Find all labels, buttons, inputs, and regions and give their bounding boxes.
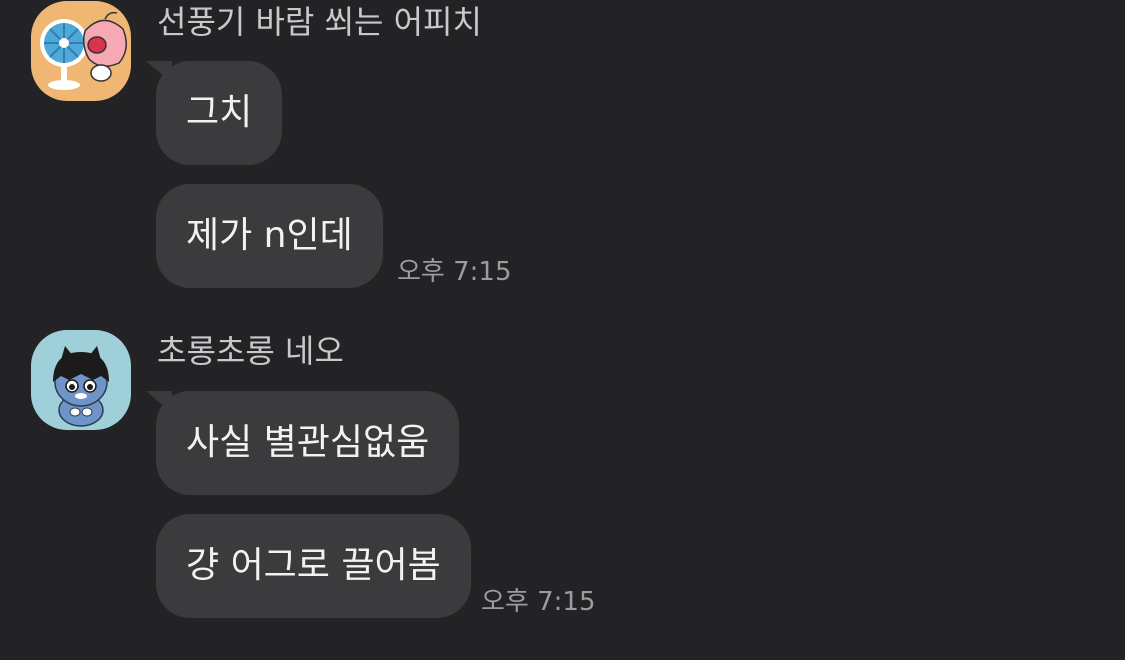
chat-room: 선풍기 바람 쐬는 어피치 그치 제가 n인데 오후 7:15 초롱초롱 네오 … — [0, 0, 1125, 660]
message-timestamp: 오후 7:15 — [397, 257, 512, 287]
message-text: 제가 n인데 — [186, 215, 353, 256]
apeach-fan-icon[interactable] — [31, 1, 131, 101]
neo-character-icon[interactable] — [31, 330, 131, 430]
sender-name: 초롱초롱 네오 — [157, 332, 344, 370]
message-bubble[interactable]: 제가 n인데 — [156, 184, 383, 288]
message-bubble[interactable]: 사실 별관심없움 — [156, 391, 460, 495]
sender-name: 선풍기 바람 쐬는 어피치 — [157, 3, 482, 41]
message-text: 사실 별관심없움 — [186, 422, 430, 463]
message-text: 걍 어그로 끌어봄 — [186, 545, 441, 586]
message-bubble[interactable]: 그치 — [156, 61, 283, 165]
message-text: 그치 — [186, 92, 253, 133]
message-timestamp: 오후 7:15 — [481, 587, 596, 617]
message-bubble[interactable]: 걍 어그로 끌어봄 — [156, 514, 471, 618]
